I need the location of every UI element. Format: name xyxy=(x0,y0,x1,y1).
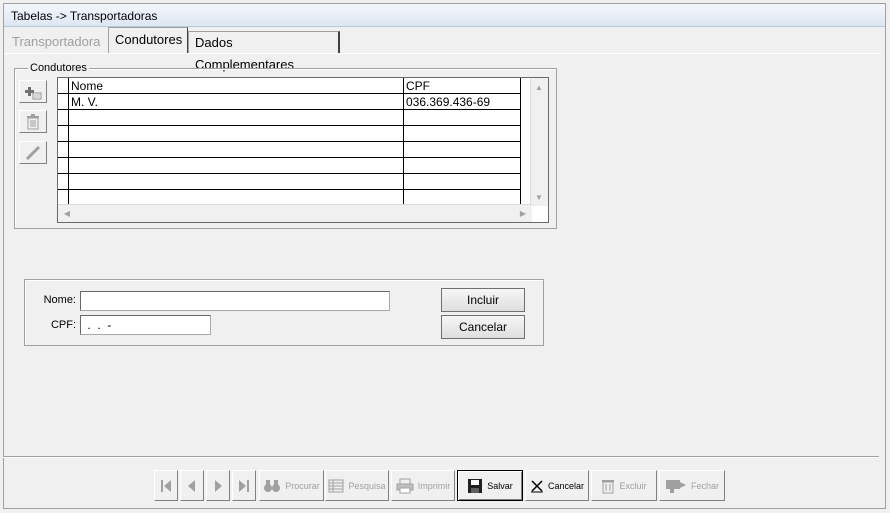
cell-nome[interactable] xyxy=(68,109,404,126)
cell-nome[interactable] xyxy=(68,141,404,158)
nome-input[interactable] xyxy=(80,291,390,311)
row-indicator xyxy=(58,93,69,110)
scroll-right-icon[interactable]: ▶ xyxy=(515,205,531,221)
table-row[interactable] xyxy=(58,157,521,174)
cancelar-label: Cancelar xyxy=(547,480,585,491)
trash-icon xyxy=(27,113,39,129)
window-title: Tabelas -> Transportadoras xyxy=(11,9,158,23)
excluir-label: Excluir xyxy=(619,480,647,491)
imprimir-button[interactable]: Imprimir xyxy=(391,470,455,501)
horizontal-scrollbar[interactable]: ◀ ▶ xyxy=(58,204,532,222)
cell-nome[interactable] xyxy=(68,157,404,174)
fechar-button[interactable]: Fechar xyxy=(659,470,725,501)
prior-record-button[interactable] xyxy=(180,470,204,501)
cell-cpf[interactable] xyxy=(403,125,521,142)
next-record-button[interactable] xyxy=(206,470,230,501)
cell-nome[interactable] xyxy=(68,173,404,190)
pesquisa-button[interactable]: Pesquisa xyxy=(325,470,389,501)
condutores-table: Nome CPF M. V. 036.369.436-69 xyxy=(58,78,521,206)
salvar-button[interactable]: Salvar xyxy=(457,470,523,501)
first-icon xyxy=(161,479,171,492)
row-indicator xyxy=(58,125,69,142)
cancel-icon xyxy=(530,479,543,492)
exit-icon xyxy=(665,479,686,493)
salvar-label: Salvar xyxy=(487,480,513,491)
column-header-cpf[interactable]: CPF xyxy=(403,78,521,94)
procurar-button[interactable]: Procurar xyxy=(259,470,324,501)
imprimir-label: Imprimir xyxy=(417,480,451,491)
cell-cpf[interactable] xyxy=(403,141,521,158)
pesquisa-label: Pesquisa xyxy=(348,480,386,491)
tab-transportadora[interactable]: Transportadora xyxy=(6,31,106,53)
excluir-button[interactable]: Excluir xyxy=(591,470,657,501)
tab-condutores[interactable]: Condutores xyxy=(108,27,188,54)
cancelar-button[interactable]: Cancelar xyxy=(525,470,589,501)
edit-condutor-button[interactable] xyxy=(19,141,47,164)
table-row[interactable] xyxy=(58,109,521,126)
last-icon xyxy=(239,479,249,492)
vertical-scrollbar[interactable]: ▲ ▼ xyxy=(530,78,548,206)
scroll-up-icon[interactable]: ▲ xyxy=(531,79,547,95)
cancelar-form-button[interactable]: Cancelar xyxy=(441,315,525,339)
table-row[interactable] xyxy=(58,141,521,158)
toolbar-separator xyxy=(3,456,879,457)
row-indicator xyxy=(58,141,69,158)
row-indicator xyxy=(58,173,69,190)
cell-nome[interactable] xyxy=(68,125,404,142)
row-indicator xyxy=(58,157,69,174)
column-header-nome[interactable]: Nome xyxy=(68,78,404,94)
procurar-label: Procurar xyxy=(285,480,320,491)
pencil-icon xyxy=(25,145,41,160)
table-row[interactable] xyxy=(58,173,521,190)
last-record-button[interactable] xyxy=(232,470,256,501)
next-icon xyxy=(215,479,222,492)
title-bar: Tabelas -> Transportadoras xyxy=(4,4,885,27)
row-indicator-header xyxy=(58,78,69,94)
condutores-grid[interactable]: Nome CPF M. V. 036.369.436-69 ▲ ▼ ◀ ▶ xyxy=(57,77,549,223)
binoculars-icon xyxy=(264,479,281,492)
tab-dados-complementares[interactable]: Dados Complementares xyxy=(188,31,340,72)
cell-cpf[interactable] xyxy=(403,173,521,190)
save-icon xyxy=(468,478,483,493)
nome-label: Nome: xyxy=(43,294,76,306)
delete-condutor-button[interactable] xyxy=(19,110,47,133)
first-record-button[interactable] xyxy=(154,470,178,501)
table-row[interactable] xyxy=(58,125,521,142)
add-icon xyxy=(25,86,42,99)
list-icon xyxy=(328,479,344,492)
cell-cpf[interactable] xyxy=(403,109,521,126)
condutores-group-label: Condutores xyxy=(28,62,89,74)
cpf-input[interactable] xyxy=(80,315,211,335)
table-row[interactable]: M. V. 036.369.436-69 xyxy=(58,93,521,110)
incluir-button[interactable]: Incluir xyxy=(441,288,525,312)
cpf-label: CPF: xyxy=(50,319,76,331)
scroll-down-icon[interactable]: ▼ xyxy=(531,189,547,205)
row-indicator xyxy=(58,109,69,126)
prior-icon xyxy=(188,479,195,492)
fechar-label: Fechar xyxy=(690,480,719,491)
cell-cpf[interactable] xyxy=(403,157,521,174)
cell-cpf[interactable]: 036.369.436-69 xyxy=(403,93,521,110)
scroll-left-icon[interactable]: ◀ xyxy=(59,205,75,221)
trash-icon xyxy=(602,479,615,493)
grid-header-row: Nome CPF xyxy=(58,78,521,94)
tab-panel: Condutores Nome CPF M. V. 036.369.436-69… xyxy=(4,54,880,454)
cell-nome[interactable]: M. V. xyxy=(68,93,404,110)
add-condutor-button[interactable] xyxy=(19,80,47,103)
printer-icon xyxy=(396,478,414,493)
